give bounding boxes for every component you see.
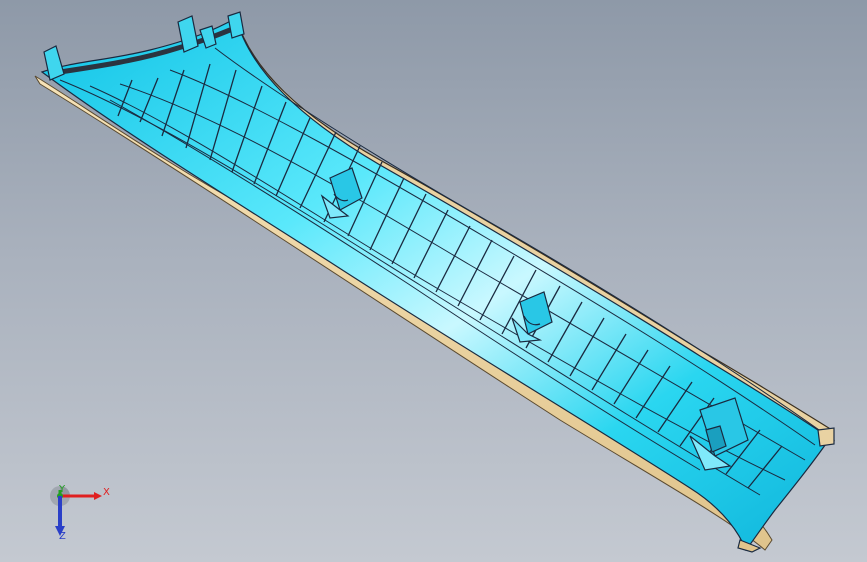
coordinate-triad: X Y Z (40, 480, 120, 550)
z-axis-label: Z (59, 531, 66, 542)
y-axis-label: Y (59, 484, 66, 495)
lower-flange (34, 75, 773, 551)
model-3d-view[interactable] (0, 0, 867, 562)
x-axis-label: X (103, 487, 110, 498)
cad-viewport[interactable]: X Y Z (0, 0, 867, 562)
main-surface (40, 17, 831, 552)
